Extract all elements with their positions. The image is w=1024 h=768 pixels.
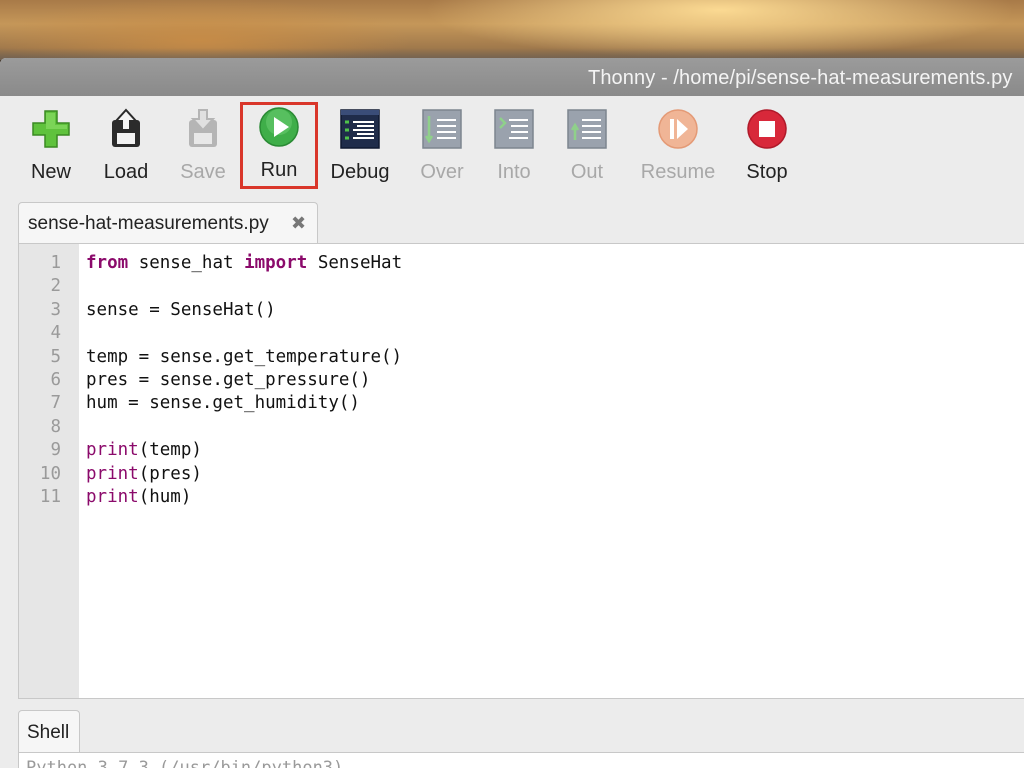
code-token: temp = sense.get_temperature(): [86, 346, 403, 367]
resume-button[interactable]: Resume: [636, 104, 720, 188]
keyword-token: from: [86, 253, 129, 273]
resume-icon: [658, 109, 698, 149]
debug-button[interactable]: Debug: [326, 104, 394, 188]
step-into-icon: [494, 109, 534, 149]
code-line[interactable]: hum = sense.get_humidity(): [86, 392, 402, 415]
save-button[interactable]: Save: [172, 104, 234, 188]
new-button[interactable]: New: [22, 104, 80, 188]
line-number: 2: [50, 276, 61, 297]
run-button[interactable]: Run: [240, 102, 318, 189]
step-out-button[interactable]: Out: [560, 104, 614, 188]
code-token: hum = sense.get_humidity(): [86, 393, 360, 414]
code-line[interactable]: from sense_hat import SenseHat: [86, 252, 402, 275]
code-line[interactable]: sense = SenseHat(): [86, 299, 402, 322]
line-number: 7: [50, 393, 61, 414]
load-icon: [112, 108, 140, 147]
keyword-token: import: [244, 253, 308, 273]
builtin-token: print: [86, 486, 139, 507]
code-line[interactable]: [86, 322, 402, 345]
code-line[interactable]: [86, 416, 402, 439]
line-number: 10: [39, 463, 61, 484]
code-line[interactable]: print(hum): [86, 486, 402, 509]
stop-icon: [747, 109, 787, 149]
line-number: 11: [39, 486, 61, 507]
editor-tab-bar: sense-hat-measurements.py ✖: [0, 198, 1024, 244]
tab-label: sense-hat-measurements.py: [28, 213, 269, 234]
line-number: 4: [50, 323, 61, 344]
code-token: SenseHat: [307, 253, 403, 273]
code-line[interactable]: print(temp): [86, 439, 402, 462]
tab-shell[interactable]: Shell: [18, 710, 80, 754]
code-line[interactable]: print(pres): [86, 463, 402, 486]
tab-sense-hat-measurements[interactable]: sense-hat-measurements.py ✖: [18, 202, 318, 244]
builtin-token: print: [86, 463, 139, 484]
shell-output: Python 3.7.3 (/usr/bin/python3): [26, 758, 344, 768]
shell-panel[interactable]: Python 3.7.3 (/usr/bin/python3): [18, 752, 1024, 768]
shell-tab-label: Shell: [27, 722, 70, 743]
step-over-icon: [422, 109, 462, 149]
title-bar[interactable]: Thonny - /home/pi/sense-hat-measurements…: [0, 58, 1024, 96]
line-number: 6: [50, 369, 61, 390]
new-icon: [32, 110, 70, 148]
code-lines[interactable]: from sense_hat import SenseHat sense = Se…: [86, 252, 402, 509]
line-number: 9: [50, 440, 61, 461]
shell-tab-bar: Shell: [0, 704, 1024, 754]
run-icon: [259, 107, 299, 147]
code-editor[interactable]: 1 2 3 4 5 6 7 8 9 10 11 from sense_hat import Sens…: [18, 243, 1024, 699]
code-token: (temp): [138, 440, 202, 461]
line-number: 3: [50, 299, 61, 320]
close-icon[interactable]: ✖: [291, 213, 306, 234]
code-token: (pres): [138, 463, 202, 484]
stop-button[interactable]: Stop: [738, 104, 796, 188]
toolbar: New Load Save Run Debug Over Into Out Re…: [0, 96, 1024, 196]
code-token: sense_hat: [128, 253, 245, 273]
desktop-wallpaper: [0, 0, 1024, 60]
code-token: sense = SenseHat(): [86, 299, 276, 320]
line-number: 8: [50, 416, 61, 437]
builtin-token: print: [86, 440, 139, 461]
thonny-window: Thonny - /home/pi/sense-hat-measurements…: [0, 58, 1024, 768]
code-line[interactable]: [86, 275, 402, 298]
line-number: 1: [50, 253, 61, 273]
code-token: pres = sense.get_pressure(): [86, 369, 371, 390]
step-over-button[interactable]: Over: [412, 104, 472, 188]
line-number: 5: [50, 346, 61, 367]
line-numbers: 1 2 3 4 5 6 7 8 9 10 11: [19, 252, 61, 509]
debug-icon: [340, 109, 380, 149]
window-title: Thonny - /home/pi/sense-hat-measurements…: [588, 67, 1013, 89]
step-into-button[interactable]: Into: [486, 104, 542, 188]
code-token: (hum): [138, 486, 192, 507]
line-number-gutter: 1 2 3 4 5 6 7 8 9 10 11: [19, 244, 79, 698]
save-icon: [189, 109, 217, 147]
code-line[interactable]: pres = sense.get_pressure(): [86, 369, 402, 392]
step-out-icon: [567, 109, 607, 149]
load-button[interactable]: Load: [96, 104, 156, 188]
code-line[interactable]: temp = sense.get_temperature(): [86, 346, 402, 369]
